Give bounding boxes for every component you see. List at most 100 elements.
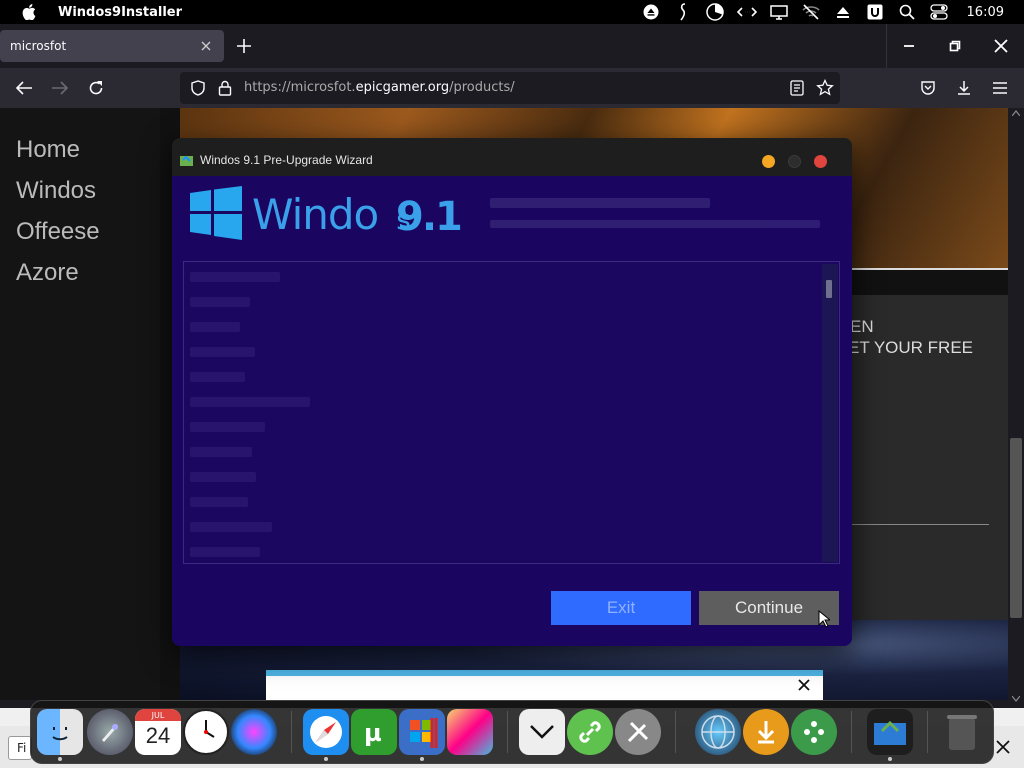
page-vertical-scrollbar[interactable] <box>1008 108 1024 708</box>
list-scrollbar[interactable] <box>822 264 838 562</box>
downloads-folder-icon[interactable] <box>519 709 565 755</box>
network-tool-icon[interactable] <box>791 709 837 755</box>
wizard-minimize-button[interactable] <box>762 155 775 168</box>
search-icon[interactable] <box>891 0 923 24</box>
scroll-down-icon[interactable] <box>1012 696 1020 702</box>
pie-chart-icon[interactable] <box>699 0 731 24</box>
nav-link-azore[interactable]: Azore <box>16 259 79 287</box>
windows-logo-icon <box>190 186 242 240</box>
calendar-day: 24 <box>145 723 171 748</box>
minimize-window-button[interactable] <box>886 24 932 68</box>
dock-separator <box>927 711 928 753</box>
menu-clock[interactable]: 16:09 <box>955 5 1024 20</box>
wizard-zoom-button[interactable] <box>788 155 801 168</box>
eject-icon[interactable] <box>635 0 667 24</box>
pocket-button[interactable] <box>916 76 940 100</box>
link-tool-icon[interactable] <box>567 709 613 755</box>
control-center-icon[interactable] <box>923 0 955 24</box>
calendar-icon[interactable]: JUL 24 <box>135 709 181 755</box>
list-item <box>190 497 248 507</box>
lock-icon[interactable] <box>218 80 232 96</box>
list-item <box>190 372 245 382</box>
launchpad-icon[interactable] <box>87 709 133 755</box>
dock-separator <box>675 711 676 753</box>
nav-link-offeese[interactable]: Offeese <box>16 218 100 246</box>
close-window-button[interactable] <box>978 24 1024 68</box>
safari-icon[interactable] <box>303 709 349 755</box>
back-button[interactable] <box>12 76 36 100</box>
bookmark-star-icon[interactable] <box>816 79 834 97</box>
wizard-faint-welcome-text <box>490 198 840 238</box>
active-app-name[interactable]: Windos9Installer <box>58 5 182 20</box>
forward-button[interactable] <box>48 76 72 100</box>
url-path: /products/ <box>449 80 515 95</box>
wizard-title: Windos 9.1 Pre-Upgrade Wizard <box>200 153 373 167</box>
app-menu-button[interactable] <box>988 76 1012 100</box>
list-scrollbar-thumb[interactable] <box>826 280 832 298</box>
trash-icon[interactable] <box>939 709 985 755</box>
downloads-button[interactable] <box>952 76 976 100</box>
promo-text-line-2: ET YOUR FREE <box>848 338 974 357</box>
new-tab-icon[interactable] <box>234 36 254 56</box>
tab-strip: microsfot <box>0 24 1024 68</box>
wizard-component-list[interactable] <box>183 261 840 564</box>
wizard-close-button[interactable] <box>814 155 827 168</box>
installer-dock-icon[interactable] <box>867 709 913 755</box>
shield-icon[interactable] <box>190 80 206 96</box>
close-banner-icon[interactable] <box>797 678 811 692</box>
display-icon[interactable] <box>763 0 795 24</box>
url-text[interactable]: https://microsfot.epicgamer.org/products… <box>244 80 515 95</box>
apple-menu-icon[interactable] <box>22 4 36 20</box>
wizard-title-bar[interactable]: Windos 9.1 Pre-Upgrade Wizard <box>172 138 852 176</box>
list-item <box>190 472 256 482</box>
restore-window-button[interactable] <box>932 24 978 68</box>
clock-icon[interactable] <box>183 709 229 755</box>
script-icon[interactable] <box>667 0 699 24</box>
finder-icon[interactable] <box>37 709 83 755</box>
scroll-up-icon[interactable] <box>1012 110 1020 116</box>
reload-button[interactable] <box>84 76 108 100</box>
upload-icon[interactable] <box>827 0 859 24</box>
globe-icon[interactable] <box>695 709 741 755</box>
installer-app-icon <box>180 155 193 166</box>
code-arrows-icon[interactable] <box>731 0 763 24</box>
siri-icon[interactable] <box>231 709 277 755</box>
reader-view-icon[interactable] <box>790 80 804 96</box>
u-app-icon[interactable] <box>859 0 891 24</box>
svg-text:µ: µ <box>364 719 382 747</box>
promo-panel: EN ET YOUR FREE <box>848 295 1008 620</box>
list-item <box>190 547 260 557</box>
nav-link-windos[interactable]: Windos <box>16 177 96 205</box>
system-tools-icon[interactable] <box>615 709 661 755</box>
close-find-bar-icon[interactable] <box>996 740 1010 754</box>
calendar-month: JUL <box>151 711 165 720</box>
mouse-cursor-icon <box>818 610 830 628</box>
address-bar[interactable]: https://microsfot.epicgamer.org/products… <box>180 72 840 104</box>
promo-divider <box>852 524 989 525</box>
close-tab-icon[interactable] <box>198 38 214 54</box>
running-indicator <box>58 757 62 761</box>
list-item <box>190 347 255 357</box>
wizard-version: 9.1 <box>396 194 463 240</box>
brand-text-main: Windo <box>252 190 379 239</box>
list-item <box>190 272 280 282</box>
wizard-brand-name: Windo s <box>252 190 411 239</box>
list-item <box>190 297 250 307</box>
running-indicator <box>324 757 328 761</box>
find-input[interactable]: Fi <box>8 736 32 760</box>
site-side-nav: Home Windos Offeese Azore <box>0 108 160 700</box>
section-divider <box>852 268 1008 295</box>
list-item <box>190 522 272 532</box>
wifi-off-icon[interactable] <box>795 0 827 24</box>
parallels-icon[interactable] <box>399 709 445 755</box>
exit-button[interactable]: Exit <box>551 591 691 625</box>
nav-link-home[interactable]: Home <box>16 136 80 164</box>
bottom-popup-banner <box>266 670 823 700</box>
download-manager-icon[interactable] <box>743 709 789 755</box>
browser-tab[interactable]: microsfot <box>0 30 224 62</box>
utorrent-icon[interactable]: µ <box>351 709 397 755</box>
list-item <box>190 422 265 432</box>
menu-bar: Windos9Installer 16:09 <box>0 0 1024 24</box>
photo-editor-icon[interactable] <box>447 709 493 755</box>
scrollbar-thumb[interactable] <box>1010 438 1022 618</box>
